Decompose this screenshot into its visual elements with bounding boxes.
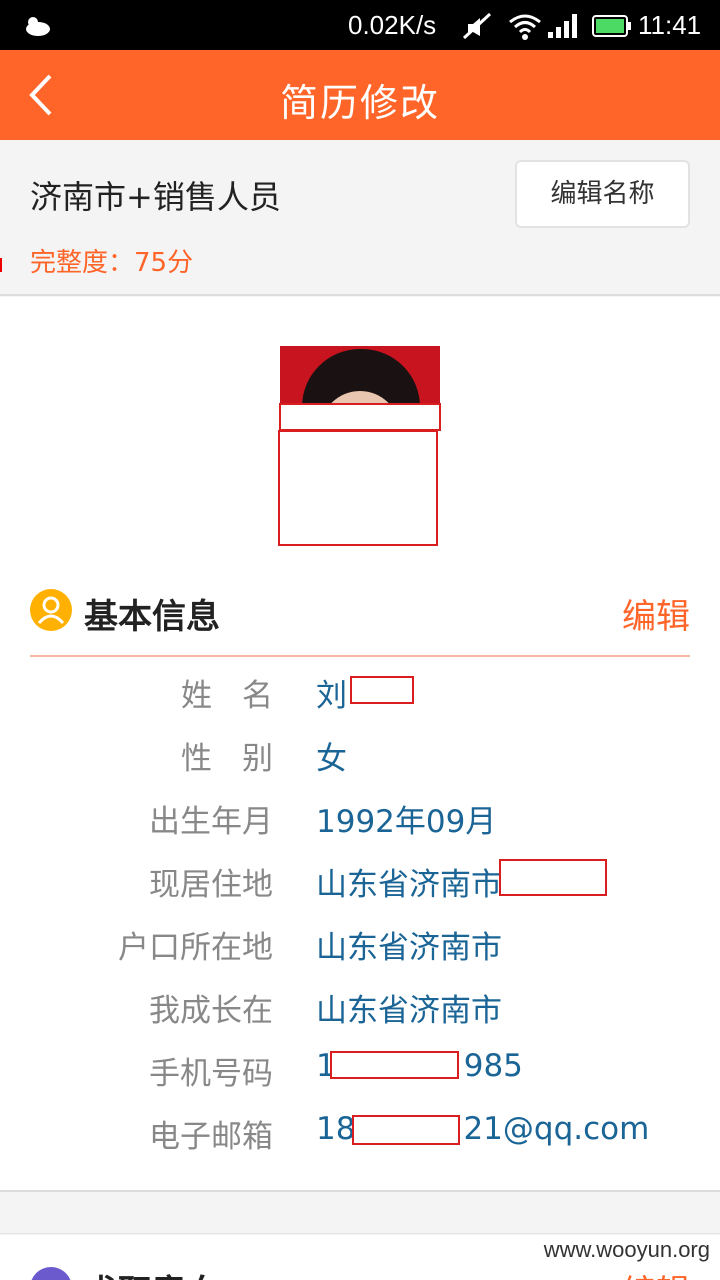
info-row-name: 姓名 刘 (0, 670, 720, 720)
marker (0, 258, 2, 272)
info-row-residence: 现居住地 山东省济南市 (0, 859, 720, 909)
resume-header: 济南市+销售人员 完整度：75分 编辑名称 (0, 140, 720, 296)
info-value: 山东省济南市 (316, 867, 502, 903)
info-value: 山东省济南市 (316, 930, 502, 966)
redaction-box (350, 676, 414, 704)
info-label: 出生年月 (149, 804, 273, 840)
resume-content: 基本信息 编辑 姓名 刘 性别 女 出生年月 1992年09月 现居住地 山东省… (0, 297, 720, 1192)
target-icon (30, 1267, 72, 1280)
title-bar: 简历修改 (0, 50, 720, 140)
network-speed: 0.02K/s (348, 10, 437, 40)
info-label: 户口所在地 (118, 930, 273, 966)
info-value: 刘 (316, 678, 347, 714)
info-label: 姓名 (181, 678, 303, 714)
info-row-birth: 出生年月 1992年09月 (0, 796, 720, 846)
info-value: 1992年09月 (316, 804, 497, 840)
completeness-score: 完整度：75分 (30, 248, 194, 278)
redaction-box (279, 403, 441, 431)
user-icon (30, 589, 72, 631)
info-label: 我成长在 (149, 993, 273, 1029)
info-label: 手机号码 (149, 1056, 273, 1092)
info-row-gender: 性别 女 (0, 733, 720, 783)
email-suffix: 21@qq.com (463, 1111, 650, 1147)
phone-suffix: 985 (463, 1048, 523, 1084)
basic-info-header: 基本信息 编辑 (30, 585, 690, 657)
clock: 11:41 (638, 10, 702, 40)
resume-name: 济南市+销售人员 (30, 178, 281, 216)
info-label: 现居住地 (149, 867, 273, 903)
edit-basic-info-button[interactable]: 编辑 (622, 589, 690, 638)
edit-job-intention-button[interactable]: 编辑 (622, 1265, 690, 1280)
weather-icon (26, 17, 50, 36)
edit-name-button[interactable]: 编辑名称 (515, 160, 690, 228)
info-row-grew-up: 我成长在 山东省济南市 (0, 985, 720, 1035)
mute-icon (462, 12, 492, 40)
watermark: www.wooyun.org (543, 1237, 710, 1262)
redaction-box (278, 430, 438, 546)
info-label: 电子邮箱 (149, 1119, 273, 1155)
wifi-icon (509, 14, 541, 40)
section-title: 求职意向 (84, 1265, 220, 1280)
info-row-hukou: 户口所在地 山东省济南市 (0, 922, 720, 972)
section-title: 基本信息 (84, 597, 220, 637)
section-gap (0, 1194, 720, 1234)
info-value: 山东省济南市 (316, 993, 502, 1029)
redaction-box (499, 859, 607, 896)
info-value: 女 (316, 741, 347, 777)
page-title: 简历修改 (279, 81, 440, 125)
profile-photo[interactable] (278, 346, 441, 546)
info-row-phone: 手机号码 1 985 (0, 1048, 720, 1098)
signal-icon (548, 14, 577, 38)
email-prefix: 18 (316, 1111, 356, 1147)
info-row-email: 电子邮箱 18 21@qq.com (0, 1111, 720, 1161)
info-label: 性别 (181, 741, 303, 777)
status-bar: 0.02K/s 11:41 (0, 0, 720, 50)
redaction-box (352, 1115, 460, 1145)
redaction-box (330, 1051, 459, 1079)
battery-icon (592, 15, 631, 37)
